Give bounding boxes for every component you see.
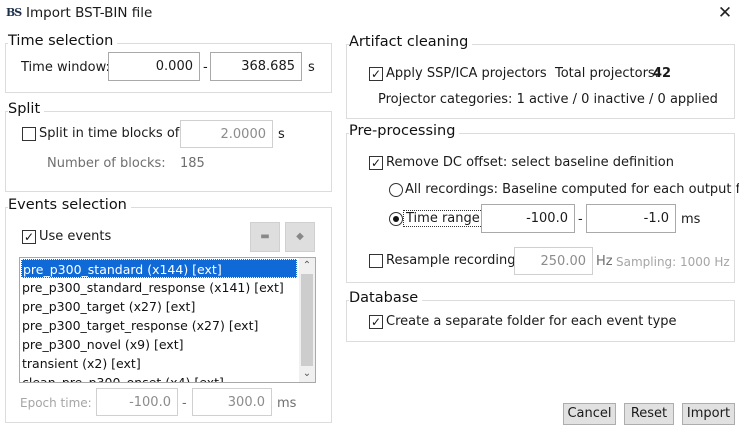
event-list-item[interactable]: pre_p300_target (x27) [ext] xyxy=(21,297,195,316)
epoch-end-input[interactable]: 300.0 xyxy=(192,388,272,416)
events-list-scrollbar[interactable]: ⌃ ⌄ xyxy=(299,258,315,382)
scroll-down-icon[interactable]: ⌄ xyxy=(299,368,315,380)
event-list-item[interactable]: pre_p300_target_response (x27) [ext] xyxy=(21,316,258,335)
close-icon[interactable]: ✕ xyxy=(712,2,738,24)
time-selection-title: Time selection xyxy=(8,33,118,49)
split-checkbox[interactable] xyxy=(22,127,36,141)
split-title: Split xyxy=(8,101,45,117)
time-range-label[interactable]: Time range: xyxy=(403,210,488,227)
scroll-thumb[interactable] xyxy=(301,274,313,366)
events-selection-title: Events selection xyxy=(8,197,131,213)
remove-dc-label[interactable]: Remove DC offset: select baseline defini… xyxy=(386,155,674,170)
epoch-start-input[interactable]: -100.0 xyxy=(96,388,178,416)
database-title: Database xyxy=(349,290,423,306)
event-list-item[interactable]: clean_pre_p300_onset (x4) [ext] xyxy=(21,373,224,382)
diamond-icon[interactable]: ◆ xyxy=(285,222,315,252)
resample-unit: Hz xyxy=(596,254,613,269)
time-window-unit: s xyxy=(308,60,315,75)
title-bar: BS Import BST-BIN file ✕ xyxy=(0,0,739,28)
resample-label[interactable]: Resample recordings: xyxy=(386,253,527,268)
use-events-checkbox[interactable]: ✓ xyxy=(22,230,36,244)
sampling-rate-text: Sampling: 1000 Hz xyxy=(616,255,730,269)
use-events-label[interactable]: Use events xyxy=(39,229,111,244)
split-panel xyxy=(5,111,332,192)
separate-folder-checkbox[interactable]: ✓ xyxy=(369,315,383,329)
import-button[interactable]: Import xyxy=(682,403,735,425)
split-block-unit: s xyxy=(278,127,285,142)
all-recordings-radio[interactable] xyxy=(389,183,403,197)
resample-checkbox[interactable] xyxy=(369,254,383,268)
event-list-item[interactable]: transient (x2) [ext] xyxy=(21,354,141,373)
time-range-radio[interactable] xyxy=(389,212,403,226)
brainstorm-app-icon: BS xyxy=(6,6,22,19)
events-list[interactable]: pre_p300_standard (x144) [ext] pre_p300_… xyxy=(19,257,316,383)
resample-rate-input[interactable]: 250.00 xyxy=(514,247,593,275)
total-projectors-value: 42 xyxy=(653,66,672,81)
all-recordings-label[interactable]: All recordings: Baseline computed for ea… xyxy=(405,182,739,197)
projector-categories-text: Projector categories: 1 active / 0 inact… xyxy=(378,92,718,107)
event-list-item[interactable]: pre_p300_standard (x144) [ext] xyxy=(21,259,297,278)
time-window-start-input[interactable]: 0.000 xyxy=(108,52,200,81)
baseline-start-input[interactable]: -100.0 xyxy=(481,204,575,233)
event-list-item[interactable]: pre_p300_standard_response (x141) [ext] xyxy=(21,278,284,297)
scroll-up-icon[interactable]: ⌃ xyxy=(299,260,315,272)
apply-ssp-label[interactable]: Apply SSP/ICA projectors xyxy=(386,66,547,81)
split-checkbox-label[interactable]: Split in time blocks of: xyxy=(39,126,183,141)
epoch-separator: - xyxy=(182,396,187,411)
baseline-unit: ms xyxy=(681,212,701,227)
pre-processing-title: Pre-processing xyxy=(349,123,460,139)
epoch-unit: ms xyxy=(277,396,297,411)
separate-folder-label[interactable]: Create a separate folder for each event … xyxy=(386,314,677,329)
cancel-button[interactable]: Cancel xyxy=(563,403,616,425)
number-of-blocks-label: Number of blocks: xyxy=(47,156,166,171)
event-list-item[interactable]: pre_p300_novel (x9) [ext] xyxy=(21,335,184,354)
number-of-blocks-value: 185 xyxy=(180,156,205,171)
window-title: Import BST-BIN file xyxy=(26,5,153,21)
split-block-input[interactable]: 2.0000 xyxy=(180,120,273,148)
time-window-label: Time window: xyxy=(21,60,110,75)
epoch-time-label: Epoch time: xyxy=(20,396,92,410)
baseline-separator: - xyxy=(578,212,583,227)
remove-dc-checkbox[interactable]: ✓ xyxy=(369,156,383,170)
time-window-end-input[interactable]: 368.685 xyxy=(210,52,302,81)
apply-ssp-checkbox[interactable]: ✓ xyxy=(369,67,383,81)
reset-button[interactable]: Reset xyxy=(624,403,674,425)
baseline-end-input[interactable]: -1.0 xyxy=(586,204,676,233)
artifact-cleaning-panel xyxy=(346,44,735,119)
time-window-separator: - xyxy=(203,60,208,75)
artifact-cleaning-title: Artifact cleaning xyxy=(349,34,473,50)
folder-icon[interactable]: ▬ xyxy=(250,222,280,252)
total-projectors-label: Total projectors: xyxy=(555,66,660,81)
